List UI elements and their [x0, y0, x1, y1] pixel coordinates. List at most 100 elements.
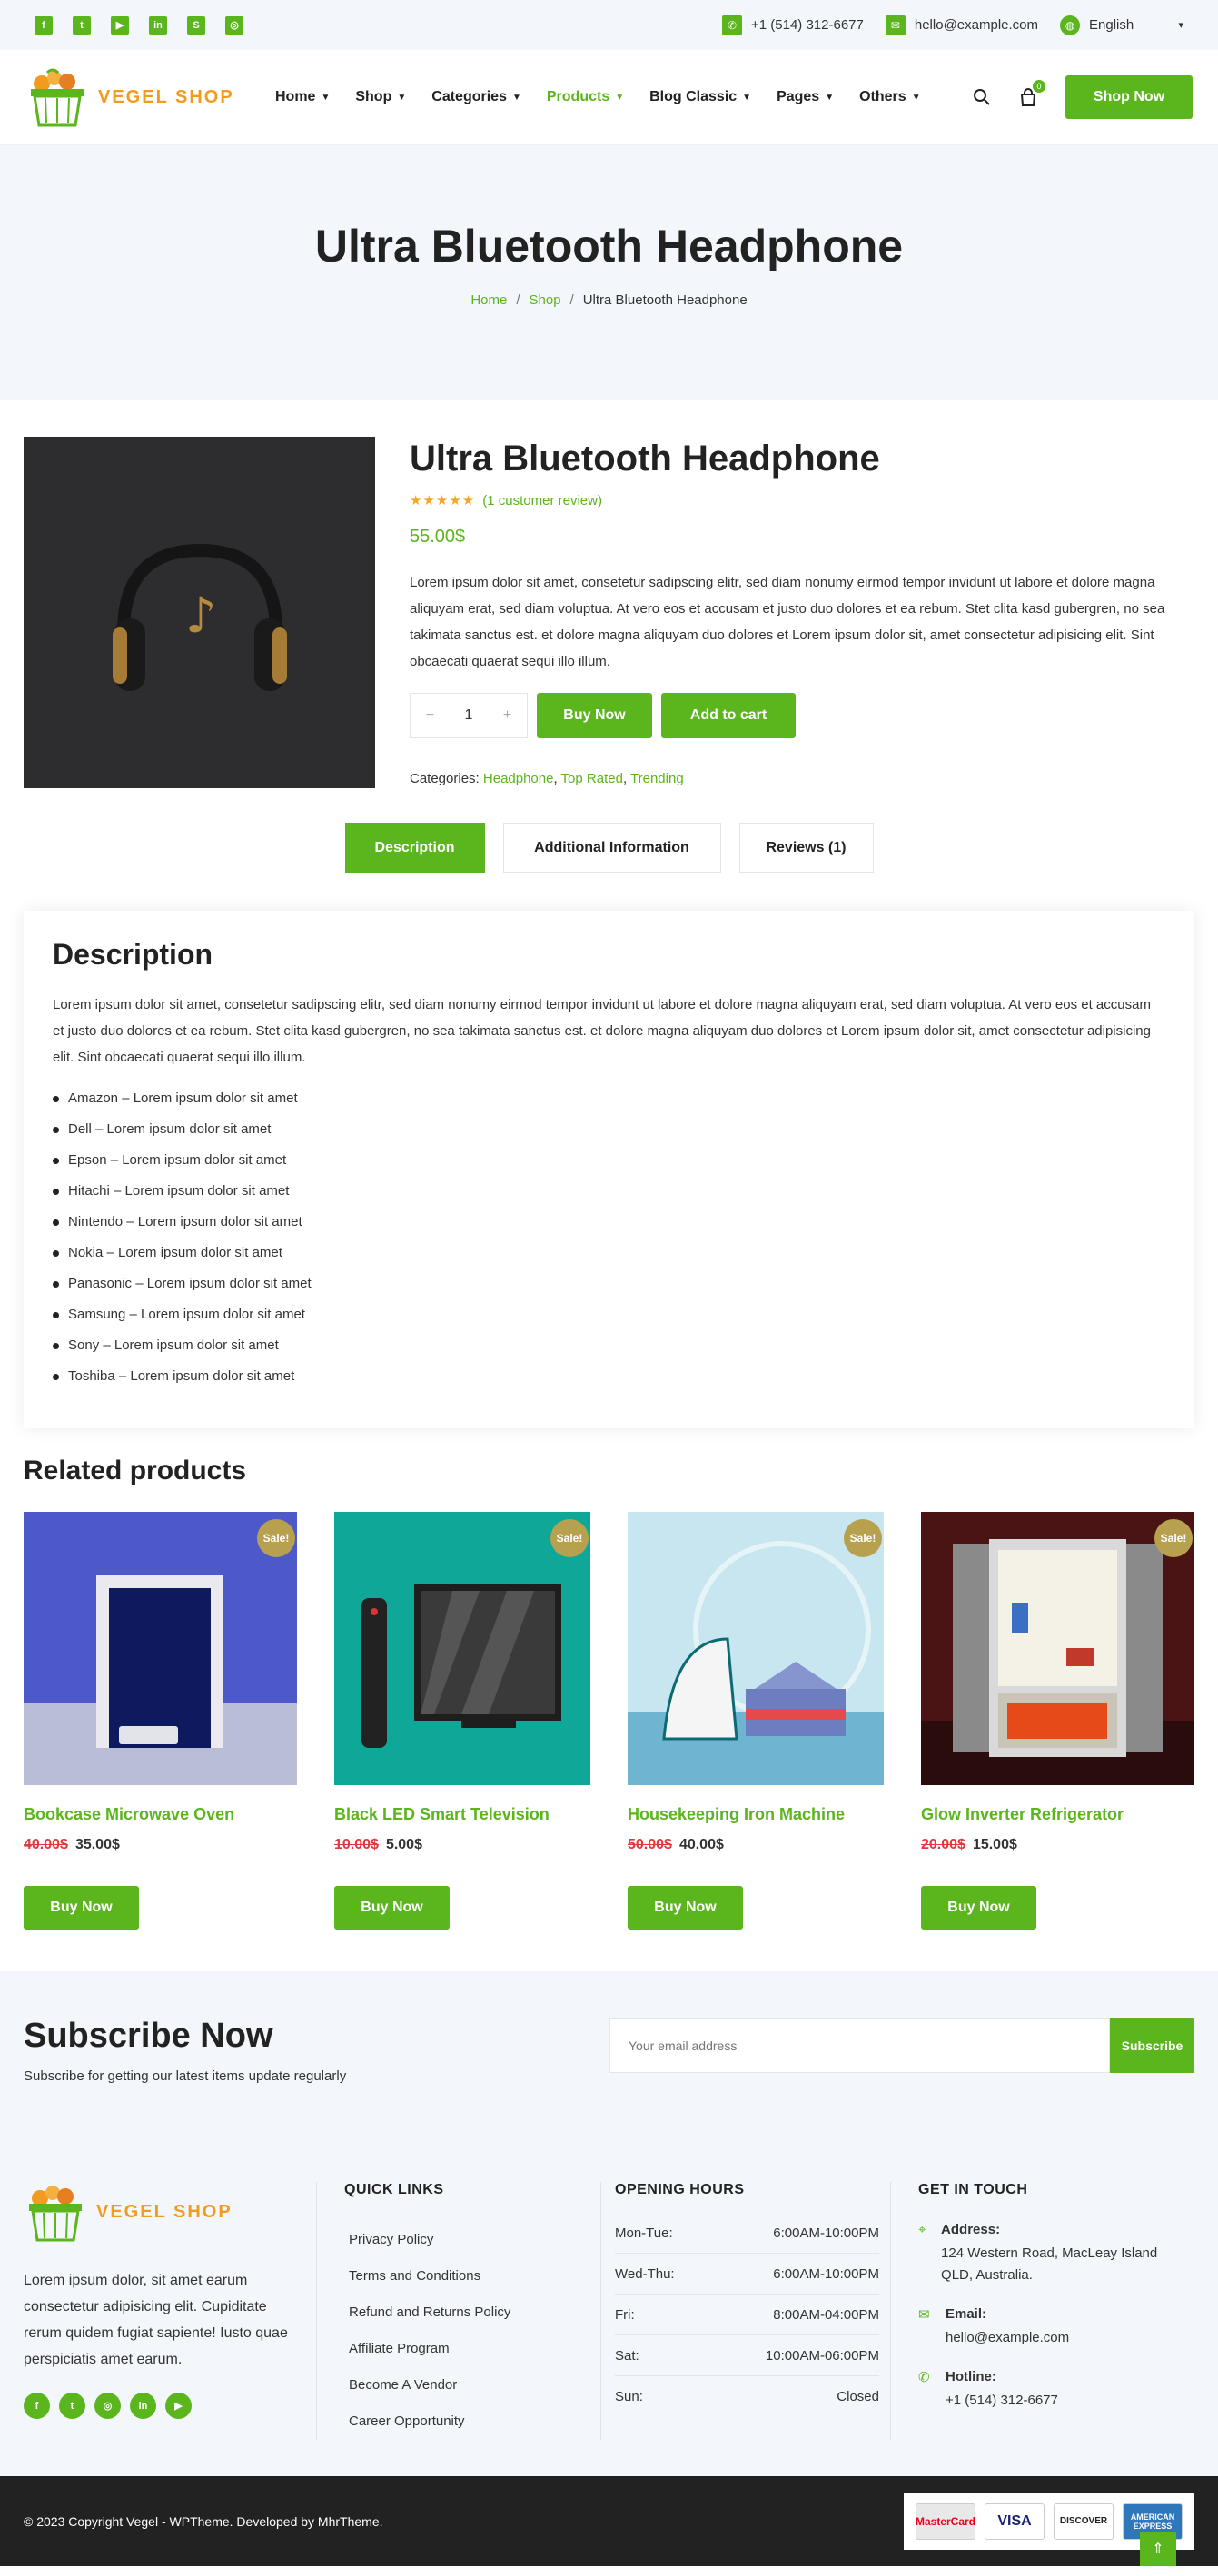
category-link[interactable]: Top Rated	[561, 771, 623, 786]
review-link[interactable]: (1 customer review)	[482, 493, 602, 508]
hours-day: Fri:	[615, 2306, 635, 2323]
buy-now-button[interactable]: Buy Now	[537, 693, 652, 738]
footer-link[interactable]: Refund and Returns Policy	[344, 2295, 573, 2331]
old-price: 10.00$	[334, 1837, 379, 1852]
product-card-price: 50.00$ 40.00$	[628, 1837, 884, 1853]
buy-now-button[interactable]: Buy Now	[628, 1886, 743, 1930]
product-card-image[interactable]: Sale!	[921, 1512, 1194, 1785]
twitter-icon[interactable]: t	[59, 2393, 85, 2419]
breadcrumb-shop[interactable]: Shop	[530, 292, 561, 308]
footer-logo[interactable]: VEGEL SHOP	[24, 2182, 273, 2242]
plus-icon[interactable]: +	[503, 707, 511, 724]
buy-now-button[interactable]: Buy Now	[24, 1886, 139, 1930]
email-field[interactable]	[609, 2018, 1110, 2073]
page-hero: Ultra Bluetooth Headphone Home / Shop / Ultr…	[0, 145, 1218, 400]
list-item: Sony – Lorem ipsum dolor sit amet	[53, 1330, 1165, 1361]
youtube-icon[interactable]: ▶	[111, 15, 129, 35]
buy-now-button[interactable]: Buy Now	[921, 1886, 1036, 1930]
product-image[interactable]: ♪	[24, 437, 375, 788]
footer-link[interactable]: Affiliate Program	[344, 2331, 573, 2367]
footer-link[interactable]: Career Opportunity	[344, 2403, 573, 2440]
list-item: Hitachi – Lorem ipsum dolor sit amet	[53, 1176, 1165, 1207]
linkedin-icon[interactable]: in	[130, 2393, 156, 2419]
nav-item-blog-classic[interactable]: Blog Classic ▼	[649, 89, 751, 105]
breadcrumb-current: Ultra Bluetooth Headphone	[582, 292, 748, 308]
categories-label: Categories:	[410, 771, 480, 786]
contact-value: 124 Western Road, MacLeay Island QLD, Au…	[941, 2245, 1158, 2283]
bullet-icon	[53, 1219, 59, 1226]
hours-heading: OPENING HOURS	[615, 2182, 745, 2197]
product-card-image[interactable]: Sale!	[334, 1512, 590, 1785]
shop-now-button[interactable]: Shop Now	[1065, 75, 1193, 119]
nav-item-pages[interactable]: Pages ▼	[777, 89, 834, 105]
tab-reviews[interactable]: Reviews (1)	[738, 823, 874, 873]
footer-link[interactable]: Terms and Conditions	[344, 2258, 573, 2295]
twitter-icon[interactable]: t	[73, 15, 91, 35]
bullet-icon	[53, 1311, 59, 1318]
list-item-text: Amazon – Lorem ipsum dolor sit amet	[68, 1091, 298, 1106]
product-card-image[interactable]: Sale!	[628, 1512, 884, 1785]
category-link[interactable]: Trending	[630, 771, 684, 786]
breadcrumb-home[interactable]: Home	[470, 292, 507, 308]
nav-item-products[interactable]: Products ▼	[547, 89, 624, 105]
mail-icon: ✉	[918, 2307, 930, 2323]
hours-time: 8:00AM-04:00PM	[773, 2306, 879, 2323]
quantity-value[interactable]: 1	[465, 707, 473, 724]
category-link[interactable]: Headphone	[483, 771, 554, 786]
buy-now-button[interactable]: Buy Now	[334, 1886, 450, 1930]
language-select[interactable]: ◍ English ▾	[1060, 15, 1183, 35]
subscribe-button[interactable]: Subscribe	[1110, 2018, 1194, 2073]
facebook-icon[interactable]: f	[24, 2393, 50, 2419]
bottom-bar: © 2023 Copyright Vegel - WPTheme. Develo…	[0, 2476, 1218, 2566]
cart-button[interactable]: 0	[1018, 80, 1045, 107]
tab-additional-information[interactable]: Additional Information	[502, 823, 721, 873]
phone-contact[interactable]: ✆ +1 (514) 312-6677	[722, 15, 864, 35]
product-card-title[interactable]: Glow Inverter Refrigerator	[921, 1805, 1194, 1824]
phone-number: +1 (514) 312-6677	[751, 17, 864, 33]
chevron-down-icon: ▼	[321, 92, 331, 103]
instagram-icon[interactable]: ◎	[94, 2393, 121, 2419]
product-card: Sale! Bookcase Microwave Oven 40.00$ 35.0…	[24, 1512, 297, 1930]
product-card-title[interactable]: Bookcase Microwave Oven	[24, 1805, 297, 1824]
contact-label: Hotline:	[946, 2369, 996, 2384]
bullet-icon	[53, 1126, 59, 1133]
quantity-stepper[interactable]: − 1 +	[410, 693, 528, 738]
linkedin-icon[interactable]: in	[149, 15, 167, 35]
hours-time: 6:00AM-10:00PM	[773, 2265, 879, 2282]
chevron-down-icon: ▼	[742, 92, 752, 103]
social-links: f t ▶ in S ◎	[35, 15, 243, 35]
product-card-image[interactable]: Sale!	[24, 1512, 297, 1785]
site-logo[interactable]: VEGEL SHOP	[25, 67, 275, 127]
footer-link[interactable]: Privacy Policy	[344, 2222, 573, 2258]
minus-icon[interactable]: −	[426, 707, 434, 724]
add-to-cart-button[interactable]: Add to cart	[661, 693, 796, 738]
contact-value[interactable]: +1 (514) 312-6677	[946, 2390, 1058, 2412]
breadcrumb: Home / Shop / Ultra Bluetooth Headphone	[0, 292, 1218, 308]
contact-value[interactable]: hello@example.com	[946, 2327, 1069, 2349]
youtube-icon[interactable]: ▶	[165, 2393, 192, 2419]
product-rating: ★★★★★ (1 customer review)	[410, 492, 1194, 509]
tab-description[interactable]: Description	[344, 823, 485, 873]
hours-time: 10:00AM-06:00PM	[765, 2347, 879, 2364]
search-icon[interactable]	[973, 88, 991, 106]
nav-item-home[interactable]: Home ▼	[275, 89, 330, 105]
footer-link[interactable]: Become A Vendor	[344, 2367, 573, 2403]
nav-item-others[interactable]: Others ▼	[859, 89, 920, 105]
quick-links-heading: QUICK LINKS	[344, 2182, 444, 2197]
product-section: ♪ Ultra Bluetooth Headphone ★★★★★ (1 cus…	[0, 400, 1218, 788]
product-card-title[interactable]: Housekeeping Iron Machine	[628, 1805, 884, 1824]
email-contact[interactable]: ✉ hello@example.com	[885, 15, 1038, 35]
nav-item-categories[interactable]: Categories ▼	[431, 89, 521, 105]
sale-badge: Sale!	[1154, 1519, 1193, 1557]
television-image	[334, 1512, 590, 1785]
sale-badge: Sale!	[844, 1519, 882, 1557]
footer-about: VEGEL SHOP Lorem ipsum dolor, sit amet e…	[24, 2182, 317, 2440]
scroll-to-top-button[interactable]: ⇑	[1140, 2532, 1176, 2566]
bullet-icon	[53, 1249, 59, 1257]
facebook-icon[interactable]: f	[35, 15, 53, 35]
nav-item-shop[interactable]: Shop ▼	[355, 89, 406, 105]
instagram-icon[interactable]: ◎	[225, 15, 243, 35]
hours-row: Sat: 10:00AM-06:00PM	[615, 2335, 879, 2376]
skype-icon[interactable]: S	[187, 15, 205, 35]
product-card-title[interactable]: Black LED Smart Television	[334, 1805, 590, 1824]
